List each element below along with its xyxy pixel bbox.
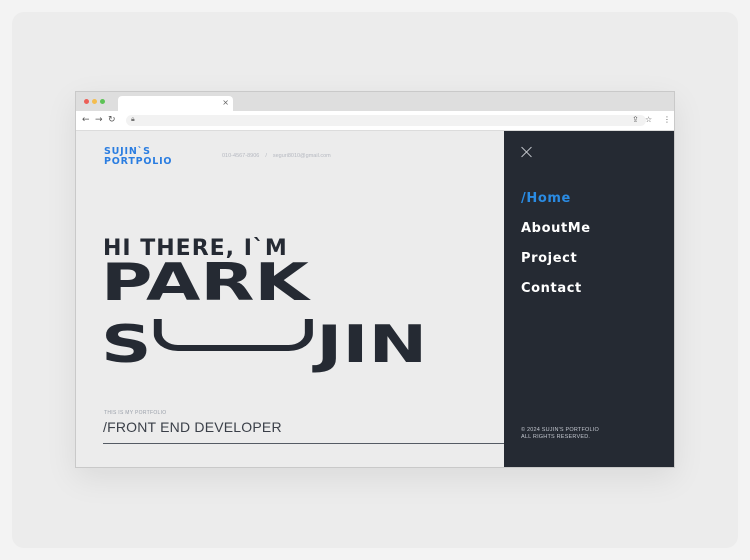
footer-copyright: © 2024 SUJIN'S PORTFOLIO: [521, 427, 599, 433]
hero-role: /FRONT END DEVELOPER: [103, 419, 282, 435]
browser-toolbar: ← → ↻ 🔒︎ ⇪ ☆ ⋮: [76, 111, 674, 131]
nav-panel: /Home AboutMe Project Contact © 2024 SUJ…: [504, 131, 674, 467]
star-icon[interactable]: ☆: [645, 114, 652, 126]
browser-tab[interactable]: ×: [118, 96, 233, 111]
hero-last-name: S JIN: [101, 319, 427, 371]
maximize-window-dot[interactable]: [100, 99, 105, 104]
hero-divider: [103, 443, 505, 444]
hero-first-name: PARK: [101, 253, 309, 313]
tab-bar: ×: [76, 92, 674, 111]
site-logo[interactable]: SUJIN`S PORTPOLIO: [104, 147, 172, 166]
hero-last-name-suffix: JIN: [316, 315, 428, 375]
menu-item-home[interactable]: /Home: [521, 191, 571, 206]
contact-line: 010-4567-8906 / seguri8010@gmail.com: [222, 153, 331, 159]
address-bar[interactable]: 🔒︎: [126, 115, 646, 126]
forward-arrow-icon[interactable]: →: [95, 114, 103, 126]
contact-separator: /: [265, 153, 267, 159]
close-window-dot[interactable]: [84, 99, 89, 104]
email-address[interactable]: seguri8010@gmail.com: [273, 153, 331, 159]
lock-icon: 🔒︎: [131, 115, 135, 123]
close-menu-icon[interactable]: [520, 145, 534, 159]
minimize-window-dot[interactable]: [92, 99, 97, 104]
page-viewport: SUJIN`S PORTPOLIO 010-4567-8906 / seguri…: [76, 131, 674, 467]
footer-rights: ALL RIGHTS RESERVED.: [521, 434, 591, 440]
menu-item-aboutme[interactable]: AboutMe: [521, 221, 591, 236]
menu-item-contact[interactable]: Contact: [521, 281, 582, 296]
hero-last-name-prefix: S: [101, 315, 152, 375]
menu-item-project[interactable]: Project: [521, 251, 577, 266]
share-icon[interactable]: ⇪: [632, 114, 639, 126]
tab-close-icon[interactable]: ×: [222, 98, 229, 107]
u-shape-graphic: [154, 319, 314, 351]
phone-number: 010-4567-8906: [222, 153, 260, 159]
kebab-menu-icon[interactable]: ⋮: [663, 114, 671, 126]
reload-icon[interactable]: ↻: [108, 114, 116, 126]
logo-line-2: PORTPOLIO: [104, 155, 173, 167]
nav-footer: © 2024 SUJIN'S PORTFOLIO ALL RIGHTS RESE…: [521, 427, 599, 441]
browser-window: × ← → ↻ 🔒︎ ⇪ ☆ ⋮ SUJIN`S PORTPOLIO 010-4…: [75, 91, 675, 468]
back-arrow-icon[interactable]: ←: [82, 114, 90, 126]
hero-eyebrow: THIS IS MY PORTFOLIO: [104, 410, 167, 416]
